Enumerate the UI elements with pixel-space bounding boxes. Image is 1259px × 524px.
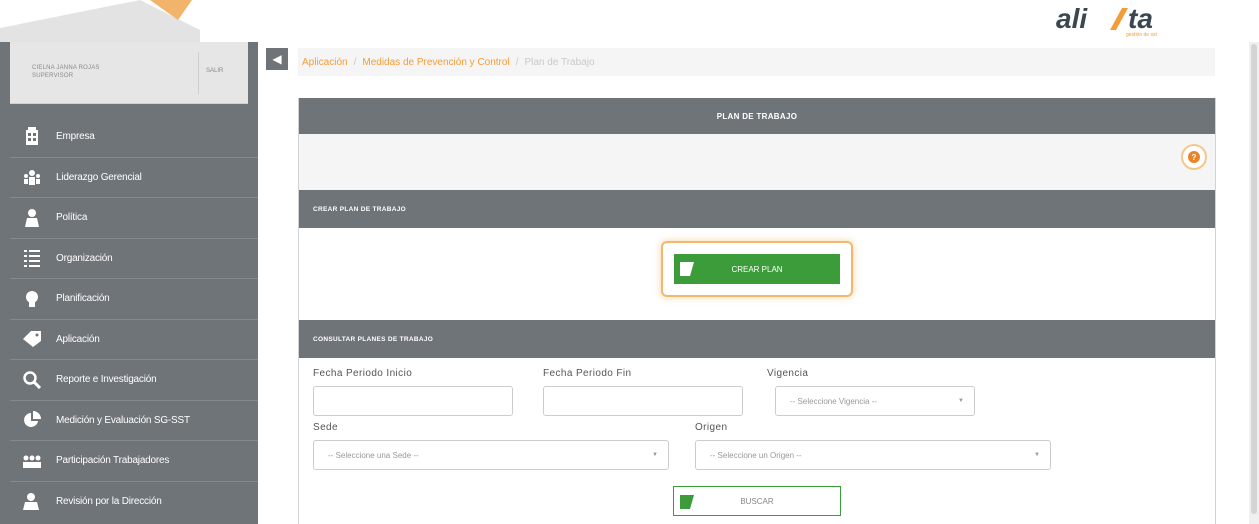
sidebar-item-label: Empresa: [56, 130, 95, 142]
vigencia-label: Vigencia: [767, 368, 809, 379]
breadcrumb-current: Plan de Trabajo: [524, 56, 595, 68]
buscar-button[interactable]: BUSCAR: [673, 486, 841, 516]
help-row: ?: [299, 134, 1215, 190]
sidebar-item-aplicacion[interactable]: Aplicación: [10, 318, 258, 360]
sidebar-item-participacion[interactable]: Participación Trabajadores: [10, 440, 258, 481]
header-corner-decoration: [0, 0, 200, 42]
crear-plan-button-body: CREAR PLAN: [674, 254, 840, 284]
sede-selected: -- Seleccione una Sede --: [328, 450, 419, 460]
manager-icon: [22, 491, 42, 511]
sede-label: Sede: [313, 422, 338, 433]
person-icon: [22, 208, 42, 228]
sidebar-item-label: Organización: [56, 252, 113, 264]
svg-text:ta: ta: [1128, 3, 1153, 34]
page-title: PLAN DE TRABAJO: [299, 98, 1215, 134]
origen-selected: -- Seleccione un Origen --: [710, 450, 802, 460]
filters-form: Fecha Periodo Inicio Fecha Periodo Fin V…: [299, 358, 1215, 522]
fecha-fin-label: Fecha Periodo Fin: [543, 368, 632, 379]
sidebar-item-label: Reporte e Investigación: [56, 374, 157, 386]
sidebar-item-liderazgo[interactable]: Liderazgo Gerencial: [10, 156, 258, 198]
scrollbar-thumb[interactable]: [1251, 44, 1257, 514]
chevron-down-icon: ▼: [652, 452, 658, 458]
fecha-inicio-input[interactable]: [313, 386, 513, 416]
sidebar: CIELNA JANNA ROJAS SUPERVISOR SALIR Empr…: [0, 42, 258, 524]
group-icon: [22, 451, 42, 471]
list-icon: [22, 248, 42, 268]
sidebar-item-label: Política: [56, 212, 88, 224]
lightbulb-icon: [22, 289, 42, 309]
origen-label: Origen: [695, 422, 728, 433]
vigencia-selected: -- Seleccione Vigencia --: [790, 396, 878, 406]
svg-text:ali: ali: [1056, 3, 1088, 34]
sidebar-item-organizacion[interactable]: Organización: [10, 237, 258, 279]
section-header-crear: CREAR PLAN DE TRABAJO: [299, 190, 1215, 228]
breadcrumb: Aplicación / Medidas de Prevención y Con…: [298, 48, 1215, 76]
sidebar-item-label: Liderazgo Gerencial: [56, 171, 142, 183]
leadership-icon: [22, 167, 42, 187]
sidebar-item-revision[interactable]: Revisión por la Dirección: [10, 480, 258, 522]
breadcrumb-link-aplicacion[interactable]: Aplicación: [302, 57, 348, 68]
user-info: CIELNA JANNA ROJAS SUPERVISOR: [32, 64, 182, 80]
company-logo: ali ta gestión de sst: [1056, 3, 1157, 38]
buscar-label: BUSCAR: [740, 496, 774, 506]
crear-plan-button[interactable]: CREAR PLAN: [661, 241, 853, 297]
help-button[interactable]: ?: [1181, 144, 1207, 170]
breadcrumb-separator: /: [353, 56, 357, 68]
vigencia-select[interactable]: -- Seleccione Vigencia -- ▼: [775, 386, 975, 416]
origen-select[interactable]: -- Seleccione un Origen -- ▼: [695, 440, 1051, 470]
sidebar-item-reporte[interactable]: Reporte e Investigación: [10, 359, 258, 400]
breadcrumb-link-medidas[interactable]: Medidas de Prevención y Control: [362, 57, 509, 68]
chevron-down-icon: ▼: [958, 398, 964, 404]
sidebar-item-empresa[interactable]: Empresa: [10, 116, 258, 157]
user-name: CIELNA JANNA ROJAS: [32, 65, 100, 71]
sidebar-item-label: Planificación: [56, 293, 110, 305]
tag-icon: [22, 329, 42, 349]
user-role: SUPERVISOR: [32, 73, 74, 79]
fecha-inicio-label: Fecha Periodo Inicio: [313, 368, 413, 379]
fecha-fin-input[interactable]: [543, 386, 743, 416]
section-header-consultar: CONSULTAR PLANES DE TRABAJO: [299, 320, 1215, 358]
arrow-icon: ◀: [272, 52, 282, 66]
top-header: ali ta gestión de sst: [0, 0, 1259, 42]
crear-plan-label: CREAR PLAN: [731, 264, 783, 274]
crear-area: CREAR PLAN: [299, 228, 1215, 320]
user-divider: [198, 52, 199, 94]
magnifier-icon: [22, 370, 42, 390]
sede-select[interactable]: -- Seleccione una Sede -- ▼: [313, 440, 669, 470]
plan-panel: PLAN DE TRABAJO ? CREAR PLAN DE TRABAJO …: [298, 98, 1216, 524]
chevron-down-icon: ▼: [1034, 452, 1040, 458]
sidebar-item-label: Participación Trabajadores: [56, 455, 170, 467]
sidebar-item-planificacion[interactable]: Planificación: [10, 278, 258, 319]
breadcrumb-separator: /: [515, 56, 519, 68]
sidebar-item-label: Aplicación: [56, 333, 100, 345]
building-icon: [22, 126, 42, 146]
logout-link[interactable]: SALIR: [206, 68, 223, 74]
sidebar-item-label: Revisión por la Dirección: [56, 495, 162, 507]
sidebar-item-politica[interactable]: Política: [10, 197, 258, 238]
sidebar-item-medicion[interactable]: Medición y Evaluación SG-SST: [10, 399, 258, 441]
sidebar-toggle-button[interactable]: ◀: [266, 48, 288, 70]
user-panel: CIELNA JANNA ROJAS SUPERVISOR SALIR: [10, 42, 248, 104]
sidebar-item-label: Medición y Evaluación SG-SST: [56, 414, 190, 426]
help-icon: ?: [1188, 151, 1200, 163]
svg-text:gestión de sst: gestión de sst: [1126, 32, 1157, 38]
sidebar-menu: Empresa Liderazgo Gerencial Política Org…: [10, 116, 258, 521]
pie-chart-icon: [22, 410, 42, 430]
